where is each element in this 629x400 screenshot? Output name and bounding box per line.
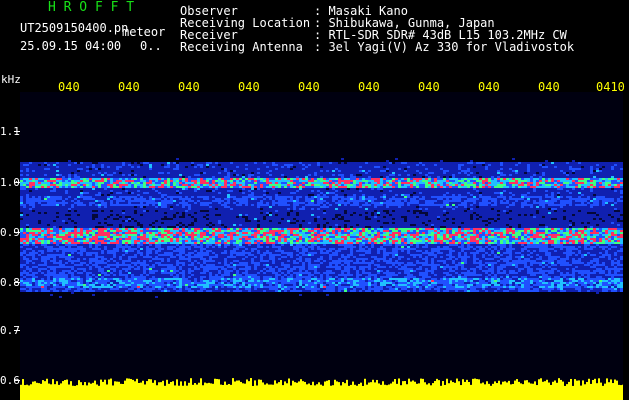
antenna-value: : 3el Yagi(V) Az 330 for Vladivostok [314,40,575,54]
y-tickmark [14,182,20,183]
y-tickmark [14,380,20,381]
y-tickmark [14,232,20,233]
antenna-label: Receiving Antenna [180,40,303,54]
header-panel: H R O F F T UT2509150400.pn meteor 25.09… [0,0,629,70]
spectrogram-plot [20,92,623,400]
count-label: 0.. [140,39,162,53]
y-tickmark [14,282,20,283]
y-tickmark [14,131,20,132]
app-title: H R O F F T [48,0,135,15]
mode-label: meteor [122,25,166,39]
unit-label: kHz [1,73,21,86]
y-tickmark [14,330,20,331]
spectrogram-canvas [20,158,623,400]
datetime: 25.09.15 04:00 [20,39,122,53]
filename: UT2509150400.pn [20,21,129,35]
